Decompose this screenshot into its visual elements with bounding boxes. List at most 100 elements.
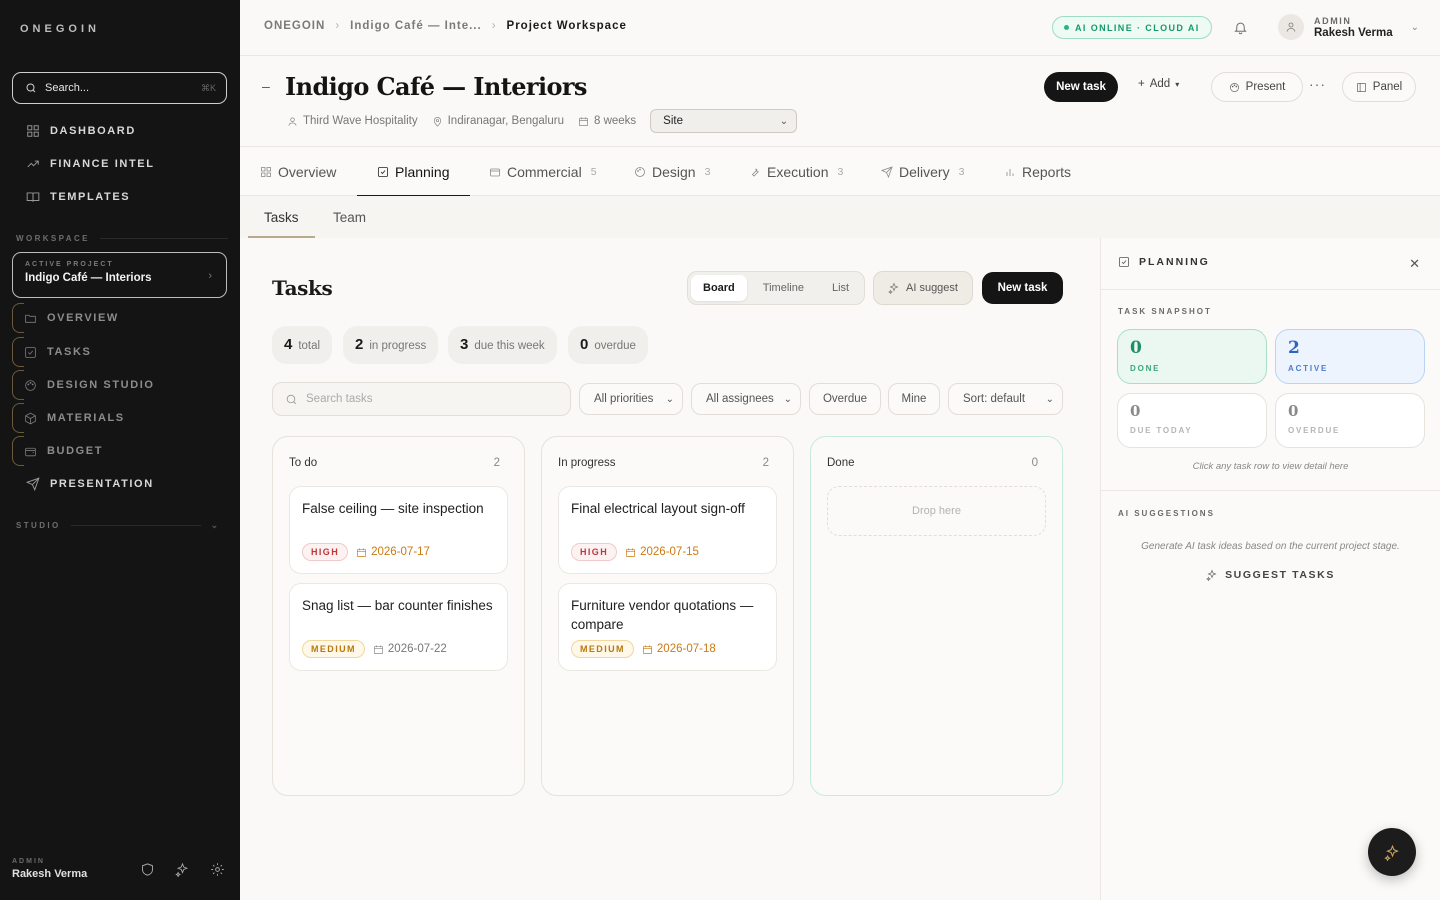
stat-value: 0 bbox=[580, 336, 589, 353]
task-card[interactable]: Snag list — bar counter finishes MEDIUM … bbox=[289, 583, 508, 671]
sidebar-item-materials[interactable]: MATERIALS bbox=[12, 403, 227, 433]
tab-delivery[interactable]: Delivery 3 bbox=[881, 147, 964, 196]
planning-panel: PLANNING ✕ TASK SNAPSHOT 0 DONE 2 ACTIVE… bbox=[1100, 238, 1440, 900]
stat-value: 3 bbox=[460, 336, 469, 353]
subtab-team[interactable]: Team bbox=[333, 196, 366, 238]
folder-icon bbox=[25, 314, 36, 323]
column-title: In progress bbox=[558, 457, 616, 469]
add-label: Add bbox=[1149, 78, 1171, 90]
sidebar-item-dashboard[interactable]: DASHBOARD bbox=[26, 124, 136, 138]
tab-label: Reports bbox=[1022, 163, 1072, 180]
search-placeholder: Search tasks bbox=[306, 393, 373, 405]
chevron-down-icon: ⌄ bbox=[779, 115, 789, 127]
view-board-button[interactable]: Board bbox=[691, 275, 747, 301]
column-done[interactable]: Done 0 Drop here bbox=[810, 436, 1063, 796]
new-task-button[interactable]: New task bbox=[982, 272, 1063, 304]
close-icon[interactable]: ✕ bbox=[1409, 256, 1420, 272]
present-button[interactable]: Present bbox=[1211, 72, 1303, 102]
add-button[interactable]: + Add ▾ bbox=[1138, 78, 1179, 90]
task-card[interactable]: Furniture vendor quotations — compare ME… bbox=[558, 583, 777, 671]
priority-badge: MEDIUM bbox=[571, 640, 634, 658]
subtab-tasks[interactable]: Tasks bbox=[248, 196, 314, 238]
active-project-card[interactable]: ACTIVE PROJECT Indigo Café — Interiors › bbox=[12, 252, 227, 298]
due-date: 2026-07-18 bbox=[656, 643, 716, 655]
sidebar-item-tasks[interactable]: TASKS bbox=[12, 337, 227, 367]
user-menu[interactable]: ADMIN Rakesh Verma ⌄ bbox=[1278, 14, 1419, 40]
snapshot-active: 2 ACTIVE bbox=[1275, 329, 1425, 384]
sidebar-item-budget[interactable]: BUDGET bbox=[12, 436, 227, 466]
stat-value: 4 bbox=[284, 336, 293, 353]
wallet-icon bbox=[25, 447, 36, 456]
task-card[interactable]: Final electrical layout sign-off HIGH 20… bbox=[558, 486, 777, 574]
trend-icon bbox=[27, 160, 39, 168]
column-header: In progress 2 bbox=[558, 457, 769, 469]
project-tabs: Overview Planning Commercial 5 Design 3 … bbox=[240, 147, 1440, 197]
sidebar-item-label: FINANCE INTEL bbox=[50, 158, 155, 170]
wrench-icon bbox=[751, 167, 759, 177]
chevron-down-icon: ⌄ bbox=[1045, 393, 1054, 405]
sidebar-item-templates[interactable]: TEMPLATES bbox=[26, 190, 130, 204]
sidebar-item-design-studio[interactable]: DESIGN STUDIO bbox=[12, 370, 227, 400]
tab-reports[interactable]: Reports bbox=[1004, 147, 1071, 196]
notifications-button[interactable] bbox=[1233, 20, 1248, 35]
more-options-button[interactable]: ··· bbox=[1309, 76, 1326, 92]
palette-icon bbox=[1229, 82, 1239, 92]
sidebar-item-presentation[interactable]: PRESENTATION bbox=[26, 477, 154, 491]
view-list-button[interactable]: List bbox=[820, 275, 861, 301]
sidebar-search[interactable]: Search... ⌘K bbox=[12, 72, 227, 104]
stat-label: total bbox=[298, 340, 321, 352]
collapse-button[interactable]: – bbox=[262, 78, 270, 94]
column-todo[interactable]: To do 2 False ceiling — site inspection … bbox=[272, 436, 525, 796]
snapshot-label-text: DUE TODAY bbox=[1130, 426, 1193, 435]
stat-in-progress: 2 in progress bbox=[343, 326, 439, 364]
sidebar-item-overview[interactable]: OVERVIEW bbox=[12, 303, 227, 333]
stat-value: 2 bbox=[355, 336, 364, 353]
ai-assistant-button[interactable] bbox=[1368, 828, 1416, 876]
breadcrumb: ONEGOIN › Indigo Café — Inte... › Projec… bbox=[264, 20, 627, 32]
tab-design[interactable]: Design 3 bbox=[634, 147, 710, 196]
breadcrumb-item[interactable]: ONEGOIN bbox=[264, 20, 325, 32]
brand-logo[interactable]: ONEGOIN bbox=[20, 23, 100, 35]
column-in-progress[interactable]: In progress 2 Final electrical layout si… bbox=[541, 436, 794, 796]
sort-select[interactable]: Sort: default ⌄ bbox=[948, 383, 1063, 415]
priority-badge: HIGH bbox=[571, 543, 618, 561]
studio-section[interactable]: STUDIO ⌄ bbox=[16, 520, 221, 531]
due-date: 2026-07-22 bbox=[387, 643, 447, 655]
view-timeline-button[interactable]: Timeline bbox=[751, 275, 816, 301]
drop-zone[interactable]: Drop here bbox=[827, 486, 1046, 536]
task-card[interactable]: False ceiling — site inspection HIGH 202… bbox=[289, 486, 508, 574]
task-search-input[interactable]: Search tasks bbox=[272, 382, 571, 416]
tab-label: Design bbox=[652, 163, 696, 180]
breadcrumb-item[interactable]: Indigo Café — Inte... bbox=[350, 20, 482, 32]
suggest-tasks-button[interactable]: SUGGEST TASKS bbox=[1101, 569, 1440, 581]
stat-label: due this week bbox=[474, 340, 545, 352]
tab-overview[interactable]: Overview bbox=[260, 147, 336, 196]
chevron-right-icon: › bbox=[491, 20, 497, 32]
send-icon bbox=[26, 477, 40, 491]
shield-icon[interactable] bbox=[140, 862, 155, 877]
tab-commercial[interactable]: Commercial 5 bbox=[489, 147, 597, 196]
assignee-filter[interactable]: All assignees ⌄ bbox=[691, 383, 801, 415]
location-text: Indiranagar, Bengaluru bbox=[447, 115, 564, 127]
ai-status-text: AI ONLINE · CLOUD AI bbox=[1075, 22, 1200, 33]
breadcrumb-current: Project Workspace bbox=[506, 20, 627, 32]
sidebar-item-finance-intel[interactable]: FINANCE INTEL bbox=[26, 157, 155, 171]
tab-planning[interactable]: Planning bbox=[357, 147, 469, 197]
divider bbox=[1101, 289, 1440, 290]
new-task-button[interactable]: New task bbox=[1044, 72, 1118, 102]
panel-label: Panel bbox=[1372, 81, 1403, 93]
caret-down-icon: ▾ bbox=[1175, 79, 1180, 89]
sparkles-icon bbox=[1206, 569, 1217, 581]
tab-execution[interactable]: Execution 3 bbox=[749, 147, 843, 196]
gear-icon[interactable] bbox=[210, 862, 225, 877]
sparkles-icon[interactable] bbox=[175, 862, 190, 877]
mine-filter-button[interactable]: Mine bbox=[888, 383, 940, 415]
section-title: Tasks bbox=[272, 276, 333, 300]
overdue-filter-button[interactable]: Overdue bbox=[809, 383, 881, 415]
suggest-tasks-label: SUGGEST TASKS bbox=[1225, 569, 1335, 581]
panel-toggle-button[interactable]: Panel bbox=[1342, 72, 1416, 102]
ai-suggest-button[interactable]: AI suggest bbox=[873, 271, 973, 305]
priority-filter[interactable]: All priorities ⌄ bbox=[579, 383, 683, 415]
stage-select[interactable]: Site ⌄ bbox=[650, 109, 798, 133]
sidebar-item-label: TASKS bbox=[47, 346, 92, 358]
